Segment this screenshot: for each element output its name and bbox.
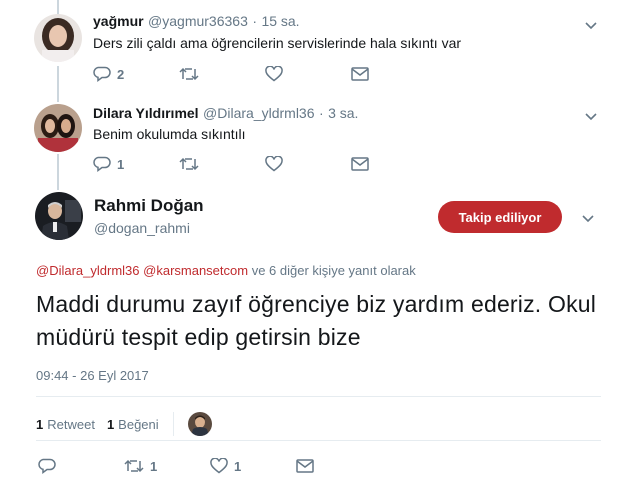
message-icon xyxy=(351,157,369,171)
mention-link[interactable]: @karsmansetcom xyxy=(143,263,248,278)
author-handle[interactable]: @dogan_rahmi xyxy=(94,220,190,236)
heart-icon xyxy=(265,156,283,172)
reply-icon xyxy=(38,458,56,474)
author-name[interactable]: yağmur xyxy=(93,13,144,29)
like-button[interactable] xyxy=(265,66,351,82)
author-handle[interactable]: @yagmur36363 xyxy=(148,13,248,29)
chevron-down-icon[interactable] xyxy=(580,210,596,226)
tweet-text: Maddi durumu zayıf öğrenciye biz yardım … xyxy=(36,291,597,350)
reply-tweet[interactable]: Dilara Yıldırımel @Dilara_yldrml36 · 3 s… xyxy=(0,92,630,182)
heart-icon xyxy=(210,458,228,474)
following-button[interactable]: Takip ediliyor xyxy=(438,201,562,233)
tweet-text: Ders zili çaldı ama öğrencilerin servisl… xyxy=(93,35,462,51)
reply-icon xyxy=(93,156,111,172)
reply-button[interactable] xyxy=(38,458,124,474)
message-button[interactable] xyxy=(351,67,437,81)
retweet-count: 1 xyxy=(150,458,158,474)
tweet-text: Benim okulumda sıkıntılı xyxy=(93,126,246,142)
chevron-down-icon[interactable] xyxy=(583,108,599,124)
message-button[interactable] xyxy=(351,157,437,171)
message-icon xyxy=(351,67,369,81)
divider xyxy=(36,396,601,397)
mention-link[interactable]: @Dilara_yldrml36 xyxy=(36,263,140,278)
author-name[interactable]: Dilara Yıldırımel xyxy=(93,105,199,121)
time-separator: · xyxy=(318,105,324,121)
likes-stat[interactable]: 1 Beğeni xyxy=(107,417,159,432)
retweet-icon xyxy=(179,157,199,171)
reply-count: 2 xyxy=(117,66,125,82)
reply-context-text: ve 6 diğer kişiye yanıt olarak xyxy=(251,263,416,278)
retweet-icon xyxy=(124,459,144,473)
message-icon xyxy=(296,459,314,473)
tweet-timestamp[interactable]: 09:44 - 26 Eyl 2017 xyxy=(36,368,149,383)
tweet-stats: 1 Retweet 1 Beğeni xyxy=(36,412,212,436)
retweets-count: 1 xyxy=(36,416,44,432)
time-separator: · xyxy=(252,13,257,29)
avatar[interactable] xyxy=(34,14,82,62)
message-button[interactable] xyxy=(296,459,382,473)
likes-label: Beğeni xyxy=(118,416,159,432)
retweet-button[interactable] xyxy=(179,156,265,172)
author-handle[interactable]: @Dilara_yldrml36 xyxy=(203,105,314,121)
chevron-down-icon[interactable] xyxy=(583,17,599,33)
retweet-icon xyxy=(179,67,199,81)
like-button[interactable]: 1 xyxy=(210,458,296,474)
tweet-time[interactable]: 15 sa. xyxy=(261,13,299,29)
divider xyxy=(36,440,601,441)
retweet-button[interactable]: 1 xyxy=(124,458,210,474)
liker-avatar[interactable] xyxy=(187,412,212,436)
reply-icon xyxy=(93,66,111,82)
likes-count: 1 xyxy=(106,416,115,432)
retweets-stat[interactable]: 1 Retweet xyxy=(36,417,95,432)
reply-tweet[interactable]: yağmur @yagmur36363 · 15 sa. Ders zili ç… xyxy=(0,0,630,92)
reply-button[interactable]: 2 xyxy=(93,66,179,82)
avatar[interactable] xyxy=(35,192,83,240)
author-name[interactable]: Rahmi Doğan xyxy=(94,196,204,216)
tweet-time[interactable]: 3 sa. xyxy=(328,105,358,121)
like-count: 1 xyxy=(234,458,242,474)
like-button[interactable] xyxy=(265,156,351,172)
stats-separator xyxy=(172,412,174,436)
reply-count: 1 xyxy=(117,156,125,172)
reply-context: @Dilara_yldrml36 @karsmansetcom ve 6 diğ… xyxy=(36,263,416,278)
retweet-button[interactable] xyxy=(179,66,265,82)
retweets-label: Retweet xyxy=(47,416,95,432)
avatar[interactable] xyxy=(34,104,82,152)
reply-button[interactable]: 1 xyxy=(93,156,179,172)
heart-icon xyxy=(265,66,283,82)
